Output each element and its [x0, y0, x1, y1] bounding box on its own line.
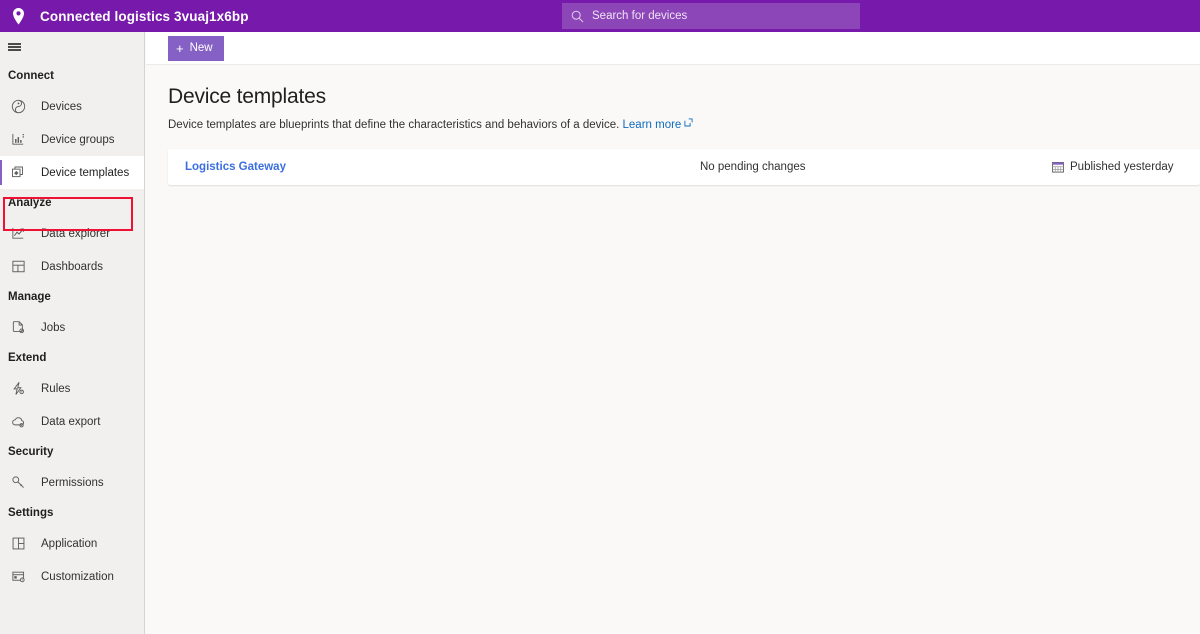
sidebar-item-data-export[interactable]: Data export [0, 405, 144, 438]
sidebar-item-label: Customization [41, 571, 114, 583]
sidebar-section-extend: Extend [0, 344, 144, 372]
permissions-key-icon [8, 473, 28, 493]
sidebar-item-label: Data explorer [41, 228, 110, 240]
device-groups-icon [8, 130, 28, 150]
device-template-list: Logistics Gateway No pending changes Pub… [146, 149, 1200, 185]
sidebar-section-analyze: Analyze [0, 189, 144, 217]
hamburger-icon[interactable] [0, 32, 145, 62]
sidebar-item-customization[interactable]: Customization [0, 560, 144, 593]
sidebar-item-label: Application [41, 538, 97, 550]
devices-icon [8, 97, 28, 117]
rules-icon [8, 379, 28, 399]
search-icon [571, 10, 584, 23]
sidebar-item-label: Devices [41, 101, 82, 113]
sidebar-item-label: Rules [41, 383, 70, 395]
sidebar-item-devices[interactable]: Devices [0, 90, 144, 123]
page-header: Device templates Device templates are bl… [146, 65, 1200, 131]
sidebar-item-jobs[interactable]: Jobs [0, 311, 144, 344]
page-description-text: Device templates are blueprints that def… [168, 119, 619, 131]
published-status: Published yesterday [1052, 161, 1174, 173]
sidebar-item-label: Permissions [41, 477, 104, 489]
page-description: Device templates are blueprints that def… [168, 118, 1200, 131]
sidebar-item-rules[interactable]: Rules [0, 372, 144, 405]
location-pin-icon [4, 0, 32, 32]
learn-more-label: Learn more [623, 119, 682, 131]
sidebar-section-manage: Manage [0, 283, 144, 311]
new-button-label: New [190, 42, 213, 54]
sidebar-item-label: Dashboards [41, 261, 103, 273]
customization-icon [8, 567, 28, 587]
template-name-link[interactable]: Logistics Gateway [185, 161, 286, 173]
application-icon [8, 534, 28, 554]
sidebar-item-device-groups[interactable]: Device groups [0, 123, 144, 156]
table-row[interactable]: Logistics Gateway No pending changes Pub… [168, 149, 1200, 185]
external-link-icon [684, 118, 693, 130]
sidebar-item-label: Data export [41, 416, 100, 428]
search-input[interactable]: Search for devices [562, 3, 860, 29]
calendar-icon [1052, 161, 1064, 173]
sidebar-item-label: Device templates [41, 167, 129, 179]
sidebar-section-settings: Settings [0, 499, 144, 527]
search-placeholder: Search for devices [592, 10, 687, 22]
app-title: Connected logistics 3vuaj1x6bp [40, 9, 249, 24]
sidebar-item-permissions[interactable]: Permissions [0, 466, 144, 499]
data-explorer-icon [8, 224, 28, 244]
main-content: + New Device templates Device templates … [146, 32, 1200, 634]
page-title: Device templates [168, 85, 1200, 109]
sidebar-navigation: Connect Devices Device groups [0, 32, 145, 634]
sidebar-item-data-explorer[interactable]: Data explorer [0, 217, 144, 250]
plus-icon: + [176, 42, 184, 55]
dashboards-icon [8, 257, 28, 277]
published-text: Published yesterday [1070, 161, 1174, 173]
sidebar-item-label: Jobs [41, 322, 65, 334]
learn-more-link[interactable]: Learn more [623, 119, 694, 131]
sidebar-item-application[interactable]: Application [0, 527, 144, 560]
command-bar: + New [146, 32, 1200, 65]
sidebar-section-connect: Connect [0, 62, 144, 90]
sidebar-item-label: Device groups [41, 134, 115, 146]
pending-changes-status: No pending changes [700, 161, 806, 173]
data-export-icon [8, 412, 28, 432]
sidebar-section-security: Security [0, 438, 144, 466]
sidebar-item-dashboards[interactable]: Dashboards [0, 250, 144, 283]
device-templates-icon [8, 163, 28, 183]
sidebar-item-device-templates[interactable]: Device templates [0, 156, 144, 189]
new-button[interactable]: + New [168, 36, 224, 61]
top-navigation-bar: Connected logistics 3vuaj1x6bp Search fo… [0, 0, 1200, 32]
jobs-icon [8, 318, 28, 338]
